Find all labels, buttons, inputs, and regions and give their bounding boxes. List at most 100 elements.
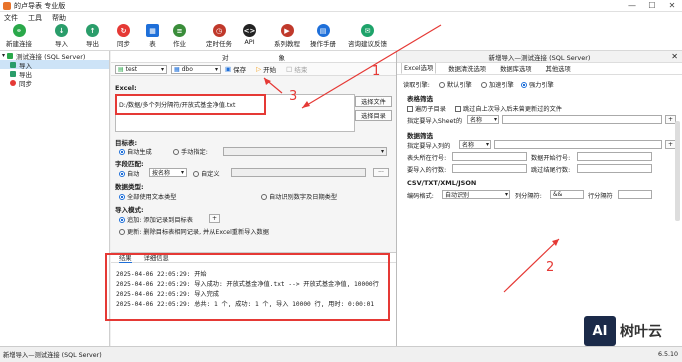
toolbar-button-tutorial[interactable]: ▶ 系列教程: [274, 24, 300, 48]
tab-cleaning-options[interactable]: 数据清洗选项: [446, 64, 488, 74]
toolbar-button-label: 定时任务: [206, 40, 232, 48]
radio-icon: [261, 194, 267, 200]
watermark-text: 树叶云: [620, 324, 662, 340]
encoding-value: 自动识别: [445, 192, 470, 199]
save-button[interactable]: ▣ 保存: [225, 64, 246, 74]
manual-specify-radio[interactable]: 手动指定:: [173, 147, 208, 156]
auto-generate-radio[interactable]: 自动生成: [119, 147, 152, 156]
manual-icon: ▤: [316, 24, 330, 37]
target-table-label: 目标表:: [115, 139, 138, 147]
window-title: 的卢导表 专业版: [14, 1, 66, 10]
menu-file[interactable]: 文件: [4, 13, 18, 23]
target-table-select[interactable]: ▾: [223, 147, 387, 156]
data-start-input[interactable]: [577, 152, 652, 161]
database-select[interactable]: ▤ test ▾: [115, 64, 167, 74]
skip-unchanged-label: 跳过自上次导入后未曾更新过的文件: [463, 106, 562, 113]
columns-names-field[interactable]: [494, 140, 662, 149]
column-separator-input[interactable]: &&: [550, 190, 584, 199]
sheet-by-select[interactable]: 名称 ▾: [467, 115, 499, 124]
toolbar-button-label: 操作手册: [310, 40, 336, 48]
tab-other-options[interactable]: 其他选项: [544, 64, 573, 74]
tab-excel-options[interactable]: Excel选项: [401, 62, 437, 74]
stop-button[interactable]: □ 结束: [286, 64, 307, 74]
sheet-names-field[interactable]: [502, 115, 662, 124]
stop-icon: □: [286, 65, 293, 73]
rows-count-label: 要导入的行数:: [407, 167, 447, 174]
toolbar-button-job[interactable]: ≡ 作业: [173, 24, 186, 48]
auto-detect-radio[interactable]: 自动识别数字及日期类型: [261, 192, 337, 201]
chevron-down-icon: ▾: [493, 116, 497, 123]
auto-match-radio[interactable]: 自动: [119, 169, 139, 178]
columns-select-label: 指定要导入列的: [407, 143, 451, 150]
app-logo-icon: [3, 1, 11, 10]
toolbar-button-api[interactable]: <> API: [243, 24, 256, 46]
toolbar-button-table[interactable]: ▦ 表: [146, 24, 159, 48]
append-radio[interactable]: 追加: 添加记录到目标表: [119, 215, 193, 224]
sheet-select-label: 指定要导入Sheet的: [407, 118, 463, 125]
start-button[interactable]: ▷ 开始: [256, 64, 276, 74]
toolbar-button-manual[interactable]: ▤ 操作手册: [310, 24, 336, 48]
dialog-scrollbar[interactable]: [675, 121, 680, 221]
menu-bar: 文件 工具 帮助: [0, 12, 682, 23]
custom-match-field[interactable]: [231, 168, 366, 177]
append-options-button[interactable]: +: [209, 214, 220, 223]
save-label: 保存: [233, 66, 247, 74]
columns-by-value: 名称: [462, 142, 475, 149]
choose-file-button[interactable]: 选择文件: [355, 96, 392, 107]
toolbar-button-sync[interactable]: ↻ 同步: [117, 24, 130, 48]
toolbar-button-export[interactable]: ↑ 导出: [86, 24, 99, 48]
schema-select[interactable]: ▦ dbo ▾: [171, 64, 221, 74]
accel-engine-radio[interactable]: 加速引擎: [481, 80, 514, 89]
collapse-icon[interactable]: ▾: [2, 52, 5, 59]
tutorial-icon: ▶: [280, 24, 294, 37]
tab-database-options[interactable]: 数据库选项: [498, 64, 533, 74]
menu-help[interactable]: 帮助: [52, 13, 66, 23]
close-button[interactable]: ✕: [662, 1, 682, 10]
tree-item-sync[interactable]: 同步: [0, 78, 109, 88]
encoding-select[interactable]: 自动识别 ▾: [442, 190, 510, 199]
choose-directory-button[interactable]: 选择目录: [355, 110, 392, 121]
toolbar-button-timer[interactable]: ◷ 定时任务: [206, 24, 232, 48]
match-by-select[interactable]: 按名称 ▾: [149, 168, 187, 177]
rows-count-input[interactable]: [452, 164, 527, 173]
all-text-radio[interactable]: 全部使用文本类型: [119, 192, 177, 201]
column-separator-value: &&: [553, 191, 563, 198]
skip-unchanged-checkbox[interactable]: 跳过自上次导入后未曾更新过的文件: [455, 104, 562, 113]
maximize-button[interactable]: ☐: [642, 1, 662, 10]
menu-tools[interactable]: 工具: [28, 13, 42, 23]
radio-icon: [173, 149, 179, 155]
row-separator-input[interactable]: [618, 190, 652, 199]
export-icon: ↑: [86, 24, 99, 37]
traverse-subdir-checkbox[interactable]: 遍历子目录: [407, 104, 446, 113]
radio-icon: [481, 82, 487, 88]
connection-tree: ▾ 测试连接 (SQL Server) 导入 导出 同步: [0, 51, 110, 346]
toolbar-button-label: 作业: [173, 40, 186, 48]
log-highlight: [105, 253, 390, 321]
engine-option-label: 加速引擎: [489, 82, 514, 89]
tree-item-import[interactable]: 导入: [0, 60, 109, 70]
chevron-down-icon: ▾: [485, 141, 489, 148]
update-radio[interactable]: 更新: 删除目标表相同记录, 并从Excel重新导入数据: [119, 227, 269, 236]
default-engine-radio[interactable]: 默认引擎: [439, 80, 472, 89]
skip-tail-input[interactable]: [577, 164, 652, 173]
toolbar-button-link[interactable]: ⚭ 新建连接: [6, 24, 32, 48]
main-toolbar: ⚭ 新建连接 ↓ 导入 ↑ 导出 ↻ 同步 ▦ 表 ≡ 作业 ◷ 定时任务 <> API ▶ 系列教程 ▤ 操作手册 ✉…: [0, 23, 682, 51]
schema-select-value: dbo: [181, 65, 193, 73]
header-row-input[interactable]: [452, 152, 527, 161]
data-start-label: 数据开始行号:: [531, 155, 571, 162]
minimize-button[interactable]: —: [622, 1, 642, 10]
columns-by-select[interactable]: 名称 ▾: [459, 140, 491, 149]
row-separator-label: 行分隔符: [588, 193, 613, 200]
excel-label: Excel:: [115, 84, 137, 92]
custom-match-radio[interactable]: 自定义: [193, 169, 220, 178]
toolbar-button-import[interactable]: ↓ 导入: [55, 24, 68, 48]
more-button[interactable]: ···: [373, 168, 389, 177]
encoding-label: 编码格式:: [407, 193, 434, 200]
version-label: 6.5.10: [657, 351, 678, 358]
tree-item-export[interactable]: 导出: [0, 69, 109, 79]
auto-generate-label: 自动生成: [127, 149, 152, 156]
strong-engine-radio[interactable]: 强力引擎: [521, 80, 554, 89]
tree-root-connection[interactable]: ▾ 测试连接 (SQL Server): [0, 51, 109, 61]
close-icon[interactable]: ✕: [671, 52, 678, 61]
toolbar-button-chat[interactable]: ✉ 咨询建议反馈: [348, 24, 387, 48]
